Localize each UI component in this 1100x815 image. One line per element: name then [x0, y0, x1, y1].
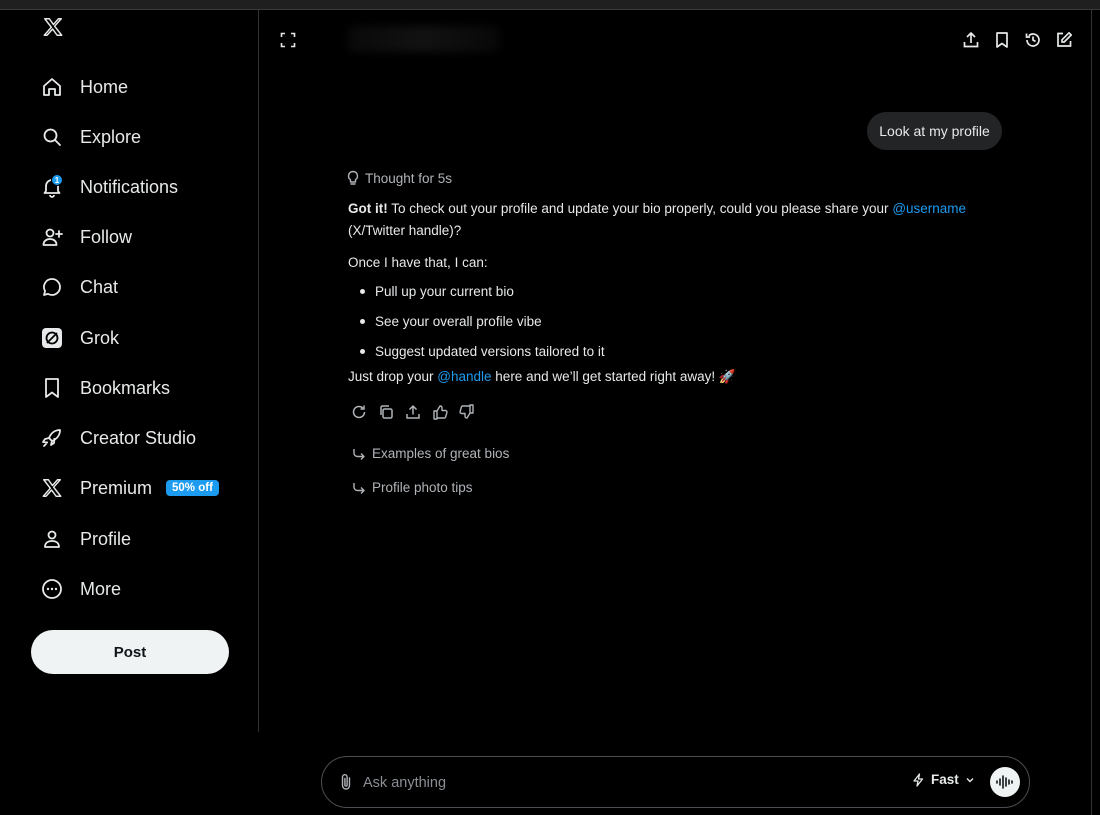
lightbulb-icon	[347, 170, 359, 185]
more-circle-icon	[38, 575, 66, 603]
thumbs-down-icon[interactable]	[458, 403, 476, 421]
share-icon[interactable]	[404, 403, 422, 421]
handle-mention-link[interactable]: @handle	[437, 369, 491, 384]
person-add-icon	[38, 223, 66, 251]
ask-input[interactable]	[363, 771, 883, 795]
history-icon[interactable]	[1023, 30, 1043, 50]
sidebar-item-creator-studio[interactable]: Creator Studio	[38, 418, 196, 458]
sidebar-item-label: More	[80, 578, 122, 599]
chat-bubble-icon	[38, 273, 66, 301]
lightning-icon	[913, 772, 924, 787]
sidebar-item-label: Bookmarks	[80, 377, 171, 398]
thought-label: Thought for 5s	[365, 170, 453, 186]
x-logo-icon[interactable]	[40, 14, 66, 40]
sidebar-item-chat[interactable]: Chat	[38, 267, 118, 307]
regenerate-icon[interactable]	[350, 403, 368, 421]
sidebar-item-premium[interactable]: Premium 50% off	[38, 468, 219, 508]
sidebar-item-bookmarks[interactable]: Bookmarks	[38, 368, 170, 408]
reply-paragraph-3: Just drop your @handle here and we’ll ge…	[348, 369, 736, 384]
rocket-icon	[38, 424, 66, 452]
right-divider	[1091, 10, 1092, 815]
notification-count-badge: 1	[51, 174, 63, 186]
thought-indicator[interactable]: Thought for 5s	[346, 170, 452, 186]
sidebar-item-label: Follow	[80, 226, 133, 247]
window-top-strip	[0, 0, 1100, 10]
sidebar-item-profile[interactable]: Profile	[38, 519, 131, 559]
sidebar-divider	[258, 10, 259, 732]
sidebar-item-label: Grok	[80, 327, 120, 348]
arrow-return-icon	[353, 482, 365, 494]
sidebar-item-home[interactable]: Home	[38, 67, 128, 107]
mode-label: Fast	[931, 772, 959, 787]
list-item: Pull up your current bio	[360, 284, 514, 299]
thumbs-up-icon[interactable]	[431, 403, 449, 421]
paperclip-icon[interactable]	[336, 772, 356, 792]
bookmark-icon	[38, 374, 66, 402]
search-icon	[38, 123, 66, 151]
arrow-return-icon	[353, 448, 365, 460]
sidebar-item-label: Explore	[80, 126, 142, 147]
bell-icon: 1	[38, 173, 66, 201]
sidebar-item-label: Notifications	[80, 176, 179, 197]
expand-icon[interactable]	[278, 30, 298, 50]
mode-selector[interactable]: Fast	[912, 772, 975, 787]
sidebar-item-label: Profile	[80, 528, 132, 549]
list-item: See your overall profile vibe	[360, 314, 542, 329]
follow-up-suggestion[interactable]: Examples of great bios	[352, 446, 509, 461]
reply-paragraph-1: Got it! To check out your profile and up…	[348, 198, 966, 220]
follow-up-suggestion[interactable]: Profile photo tips	[352, 480, 473, 495]
sidebar-item-more[interactable]: More	[38, 569, 121, 609]
composer: Fast	[321, 756, 1030, 808]
new-chat-edit-icon[interactable]	[1054, 30, 1074, 50]
sidebar-item-label: Premium	[80, 477, 153, 498]
sidebar-item-notifications[interactable]: 1 Notifications	[38, 167, 178, 207]
sidebar-item-explore[interactable]: Explore	[38, 117, 141, 157]
sidebar-item-grok[interactable]: Grok	[38, 318, 119, 358]
message-actions	[350, 403, 476, 421]
rocket-emoji: 🚀	[718, 369, 736, 384]
conversation-title-blurred	[348, 26, 500, 52]
sidebar-item-label: Creator Studio	[80, 427, 197, 448]
post-button[interactable]: Post	[31, 630, 229, 674]
share-icon[interactable]	[961, 30, 981, 50]
waveform-icon	[996, 775, 1013, 789]
copy-icon[interactable]	[377, 403, 395, 421]
user-message-bubble: Look at my profile	[867, 112, 1002, 150]
chevron-down-icon	[966, 777, 974, 782]
reply-paragraph-2: Once I have that, I can:	[348, 255, 488, 270]
home-icon	[38, 73, 66, 101]
x-logo-icon	[38, 474, 66, 502]
username-mention-link[interactable]: @username	[892, 201, 966, 216]
reply-bold-lead: Got it!	[348, 201, 388, 216]
sidebar-item-label: Chat	[80, 276, 119, 297]
voice-mode-button[interactable]	[990, 767, 1020, 797]
grok-icon	[38, 324, 66, 352]
person-icon	[38, 525, 66, 553]
list-item: Suggest updated versions tailored to it	[360, 344, 605, 359]
sidebar-item-follow[interactable]: Follow	[38, 217, 132, 257]
reply-text: To check out your profile and update you…	[387, 201, 893, 216]
reply-paragraph-1-cont: (X/Twitter handle)?	[348, 223, 462, 238]
sidebar-item-label: Home	[80, 76, 129, 97]
bookmark-icon[interactable]	[992, 30, 1012, 50]
discount-badge: 50% off	[166, 480, 219, 496]
